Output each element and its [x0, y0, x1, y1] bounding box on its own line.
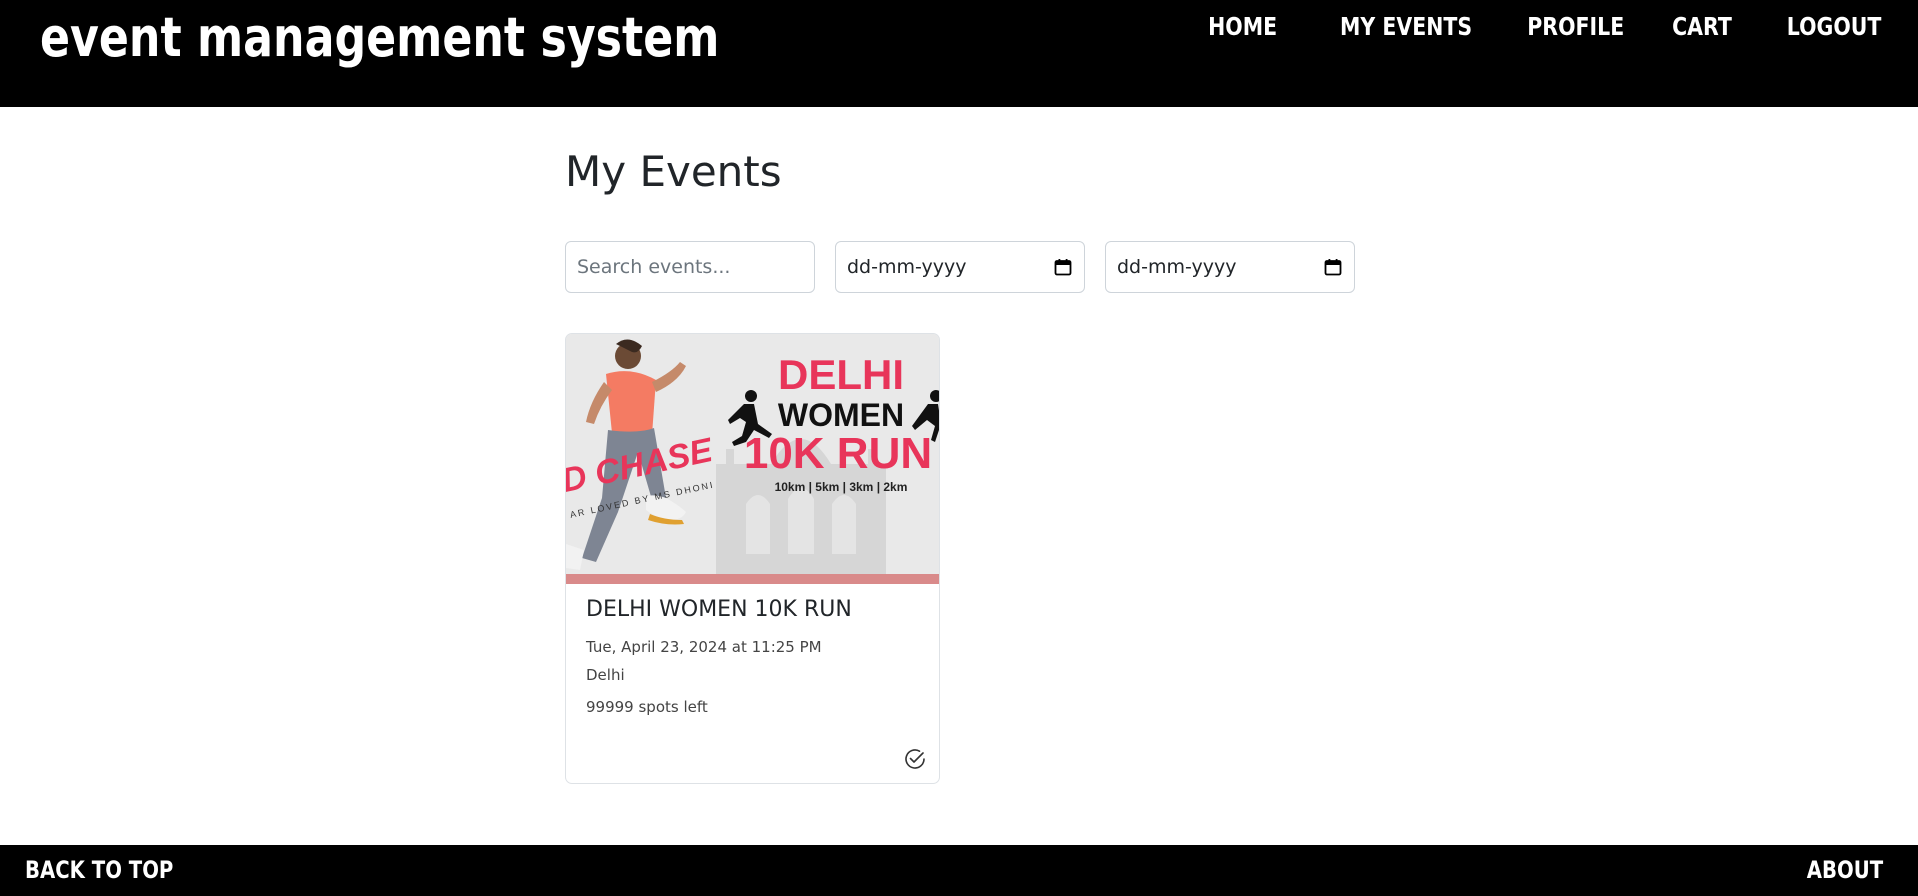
search-field: [565, 241, 815, 293]
event-spots: 99999 spots left: [586, 698, 708, 716]
date-to-field[interactable]: dd-mm-yyyy: [1105, 241, 1355, 293]
about-link[interactable]: ABOUT: [1807, 855, 1883, 885]
event-card[interactable]: D CHASE AR LOVED BY MS DHONI DELHI WOMEN…: [565, 333, 940, 784]
event-image: D CHASE AR LOVED BY MS DHONI DELHI WOMEN…: [566, 334, 939, 584]
check-circle-icon[interactable]: [903, 747, 927, 771]
main-nav: Home MY EVENTS PROFILE CART LOGOUT: [1159, 12, 1881, 42]
footer-bar: BACK TO TOP ABOUT: [0, 845, 1918, 896]
banner-title-line2: WOMEN: [778, 397, 904, 433]
top-navbar: event management system Home MY EVENTS P…: [0, 0, 1918, 107]
calendar-icon[interactable]: [1054, 258, 1072, 276]
nav-my-events-link[interactable]: MY EVENTS: [1340, 12, 1472, 42]
event-date: Tue, April 23, 2024 at 11:25 PM: [586, 638, 822, 656]
nav-cart-link[interactable]: CART: [1672, 12, 1732, 42]
event-card-body: DELHI WOMEN 10K RUN Tue, April 23, 2024 …: [566, 584, 939, 728]
banner-distances: 10km | 5km | 3km | 2km: [775, 480, 908, 494]
calendar-icon[interactable]: [1324, 258, 1342, 276]
banner-title-line3: 10K RUN: [744, 429, 932, 478]
event-title[interactable]: DELHI WOMEN 10K RUN: [586, 596, 919, 624]
date-from-field[interactable]: dd-mm-yyyy: [835, 241, 1085, 293]
banner-title-line1: DELHI: [778, 351, 904, 398]
back-to-top-link[interactable]: BACK TO TOP: [25, 855, 173, 885]
event-banner-graphic: D CHASE AR LOVED BY MS DHONI DELHI WOMEN…: [566, 334, 939, 584]
nav-profile-link[interactable]: PROFILE: [1528, 12, 1625, 42]
search-input[interactable]: [577, 256, 797, 278]
nav-home-link[interactable]: Home: [1208, 12, 1277, 42]
date-from-input[interactable]: dd-mm-yyyy: [847, 256, 967, 278]
date-to-input[interactable]: dd-mm-yyyy: [1117, 256, 1237, 278]
event-location: Delhi: [586, 666, 625, 684]
filter-bar: dd-mm-yyyy dd-mm-yyyy: [565, 241, 1375, 293]
page-title: My Events: [565, 147, 782, 196]
brand-title[interactable]: event management system: [40, 6, 719, 70]
nav-logout-link[interactable]: LOGOUT: [1786, 12, 1881, 42]
